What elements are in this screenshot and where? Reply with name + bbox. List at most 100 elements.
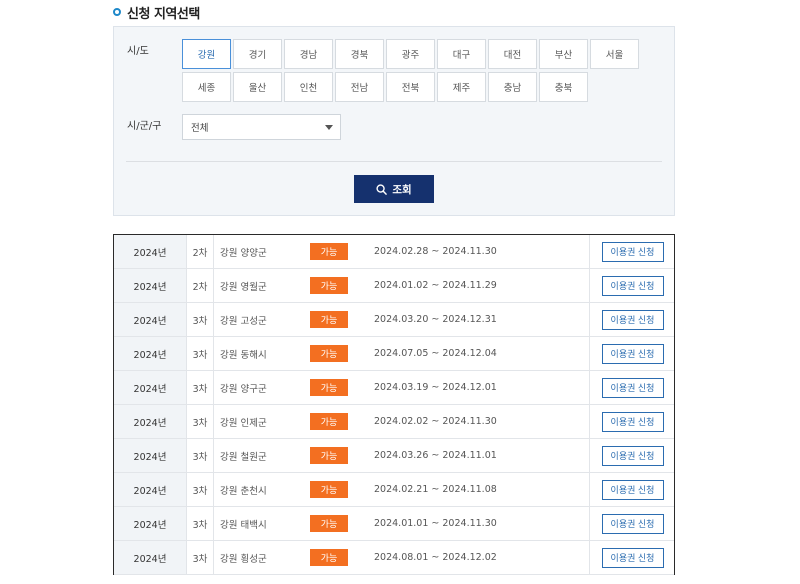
region-cell: 강원 횡성군	[220, 553, 267, 565]
table-row: 2024년 3차 강원 고성군 가능 2024.03.20 ~ 2024.12.31 이용…	[114, 303, 674, 337]
action-cell: 이용권 신청	[589, 371, 675, 404]
region-button[interactable]: 대전	[488, 39, 537, 69]
period-cell: 2024.01.01 ~ 2024.11.30	[374, 518, 497, 529]
round-cell: 2차	[187, 269, 214, 302]
status-badge: 가능	[310, 515, 348, 532]
region-button[interactable]: 경남	[284, 39, 333, 69]
search-icon	[376, 183, 388, 195]
region-cell: 강원 양양군	[220, 247, 267, 259]
year-cell: 2024년	[114, 269, 187, 302]
chevron-down-icon	[325, 125, 333, 130]
status-cell: 가능	[310, 303, 350, 336]
action-cell: 이용권 신청	[589, 405, 675, 438]
year-cell: 2024년	[114, 541, 187, 574]
status-cell: 가능	[310, 507, 350, 540]
round-cell: 3차	[187, 439, 214, 472]
round-cell: 2차	[187, 235, 214, 268]
table-row: 2024년 2차 강원 양양군 가능 2024.02.28 ~ 2024.11.30 이용…	[114, 235, 674, 269]
period-cell: 2024.03.26 ~ 2024.11.01	[374, 450, 497, 461]
region-button[interactable]: 경북	[335, 39, 384, 69]
apply-voucher-button[interactable]: 이용권 신청	[601, 241, 664, 262]
region-button[interactable]: 대구	[437, 39, 486, 69]
period-cell: 2024.08.01 ~ 2024.12.02	[374, 552, 497, 563]
action-cell: 이용권 신청	[589, 337, 675, 370]
region-button[interactable]: 부산	[539, 39, 588, 69]
status-badge: 가능	[310, 277, 348, 294]
panel-divider	[126, 161, 662, 162]
apply-voucher-button[interactable]: 이용권 신청	[601, 411, 664, 432]
region-cell: 강원 고성군	[220, 315, 267, 327]
sigungu-select[interactable]: 전체	[182, 114, 341, 140]
region-button[interactable]: 인천	[284, 72, 333, 102]
search-button[interactable]: 조회	[354, 175, 434, 203]
status-badge: 가능	[310, 549, 348, 566]
action-cell: 이용권 신청	[589, 507, 675, 540]
round-cell: 3차	[187, 303, 214, 336]
apply-voucher-button[interactable]: 이용권 신청	[601, 343, 664, 364]
status-badge: 가능	[310, 379, 348, 396]
results-table: 2024년 2차 강원 양양군 가능 2024.02.28 ~ 2024.11.30 이용…	[113, 234, 675, 575]
table-row: 2024년 3차 강원 인제군 가능 2024.02.02 ~ 2024.11.30 이용…	[114, 405, 674, 439]
round-cell: 3차	[187, 541, 214, 574]
apply-voucher-button[interactable]: 이용권 신청	[601, 377, 664, 398]
period-cell: 2024.02.02 ~ 2024.11.30	[374, 416, 497, 427]
region-cell: 강원 영월군	[220, 281, 267, 293]
region-button[interactable]: 강원	[182, 39, 231, 69]
region-filter-panel: 시/도 강원 경기 경남 경북 광주 대구 대전 부산 서울 세종 울산 인천 …	[113, 26, 675, 216]
action-cell: 이용권 신청	[589, 439, 675, 472]
status-badge: 가능	[310, 447, 348, 464]
region-cell: 강원 인제군	[220, 417, 267, 429]
region-cell: 강원 양구군	[220, 383, 267, 395]
table-row: 2024년 3차 강원 춘천시 가능 2024.02.21 ~ 2024.11.08 이용…	[114, 473, 674, 507]
sigungu-label: 시/군/구	[127, 121, 162, 132]
region-cell: 강원 춘천시	[220, 485, 267, 497]
status-badge: 가능	[310, 311, 348, 328]
apply-voucher-button[interactable]: 이용권 신청	[601, 275, 664, 296]
region-button[interactable]: 충남	[488, 72, 537, 102]
period-cell: 2024.02.28 ~ 2024.11.30	[374, 246, 497, 257]
year-cell: 2024년	[114, 405, 187, 438]
period-cell: 2024.07.05 ~ 2024.12.04	[374, 348, 497, 359]
region-button[interactable]: 세종	[182, 72, 231, 102]
table-row: 2024년 3차 강원 양구군 가능 2024.03.19 ~ 2024.12.01 이용…	[114, 371, 674, 405]
status-cell: 가능	[310, 473, 350, 506]
action-cell: 이용권 신청	[589, 541, 675, 574]
round-cell: 3차	[187, 405, 214, 438]
region-button[interactable]: 충북	[539, 72, 588, 102]
section-title-text: 신청 지역선택	[127, 6, 200, 22]
apply-voucher-button[interactable]: 이용권 신청	[601, 309, 664, 330]
status-badge: 가능	[310, 481, 348, 498]
region-button[interactable]: 경기	[233, 39, 282, 69]
table-row: 2024년 3차 강원 철원군 가능 2024.03.26 ~ 2024.11.01 이용…	[114, 439, 674, 473]
region-button[interactable]: 전남	[335, 72, 384, 102]
apply-voucher-button[interactable]: 이용권 신청	[601, 479, 664, 500]
apply-voucher-button[interactable]: 이용권 신청	[601, 547, 664, 568]
status-cell: 가능	[310, 405, 350, 438]
year-cell: 2024년	[114, 371, 187, 404]
round-cell: 3차	[187, 371, 214, 404]
region-cell: 강원 철원군	[220, 451, 267, 463]
apply-voucher-button[interactable]: 이용권 신청	[601, 513, 664, 534]
status-cell: 가능	[310, 269, 350, 302]
status-cell: 가능	[310, 371, 350, 404]
action-cell: 이용권 신청	[589, 473, 675, 506]
table-row: 2024년 2차 강원 영월군 가능 2024.01.02 ~ 2024.11.29 이용…	[114, 269, 674, 303]
period-cell: 2024.02.21 ~ 2024.11.08	[374, 484, 497, 495]
period-cell: 2024.01.02 ~ 2024.11.29	[374, 280, 497, 291]
region-button[interactable]: 광주	[386, 39, 435, 69]
region-button[interactable]: 제주	[437, 72, 486, 102]
status-badge: 가능	[310, 243, 348, 260]
apply-voucher-button[interactable]: 이용권 신청	[601, 445, 664, 466]
action-cell: 이용권 신청	[589, 235, 675, 268]
year-cell: 2024년	[114, 337, 187, 370]
round-cell: 3차	[187, 507, 214, 540]
status-badge: 가능	[310, 413, 348, 430]
period-cell: 2024.03.19 ~ 2024.12.01	[374, 382, 497, 393]
sigungu-selected-value: 전체	[191, 123, 209, 134]
table-row: 2024년 3차 강원 동해시 가능 2024.07.05 ~ 2024.12.04 이용…	[114, 337, 674, 371]
status-badge: 가능	[310, 345, 348, 362]
region-button[interactable]: 울산	[233, 72, 282, 102]
status-cell: 가능	[310, 439, 350, 472]
region-button[interactable]: 서울	[590, 39, 639, 69]
region-button[interactable]: 전북	[386, 72, 435, 102]
